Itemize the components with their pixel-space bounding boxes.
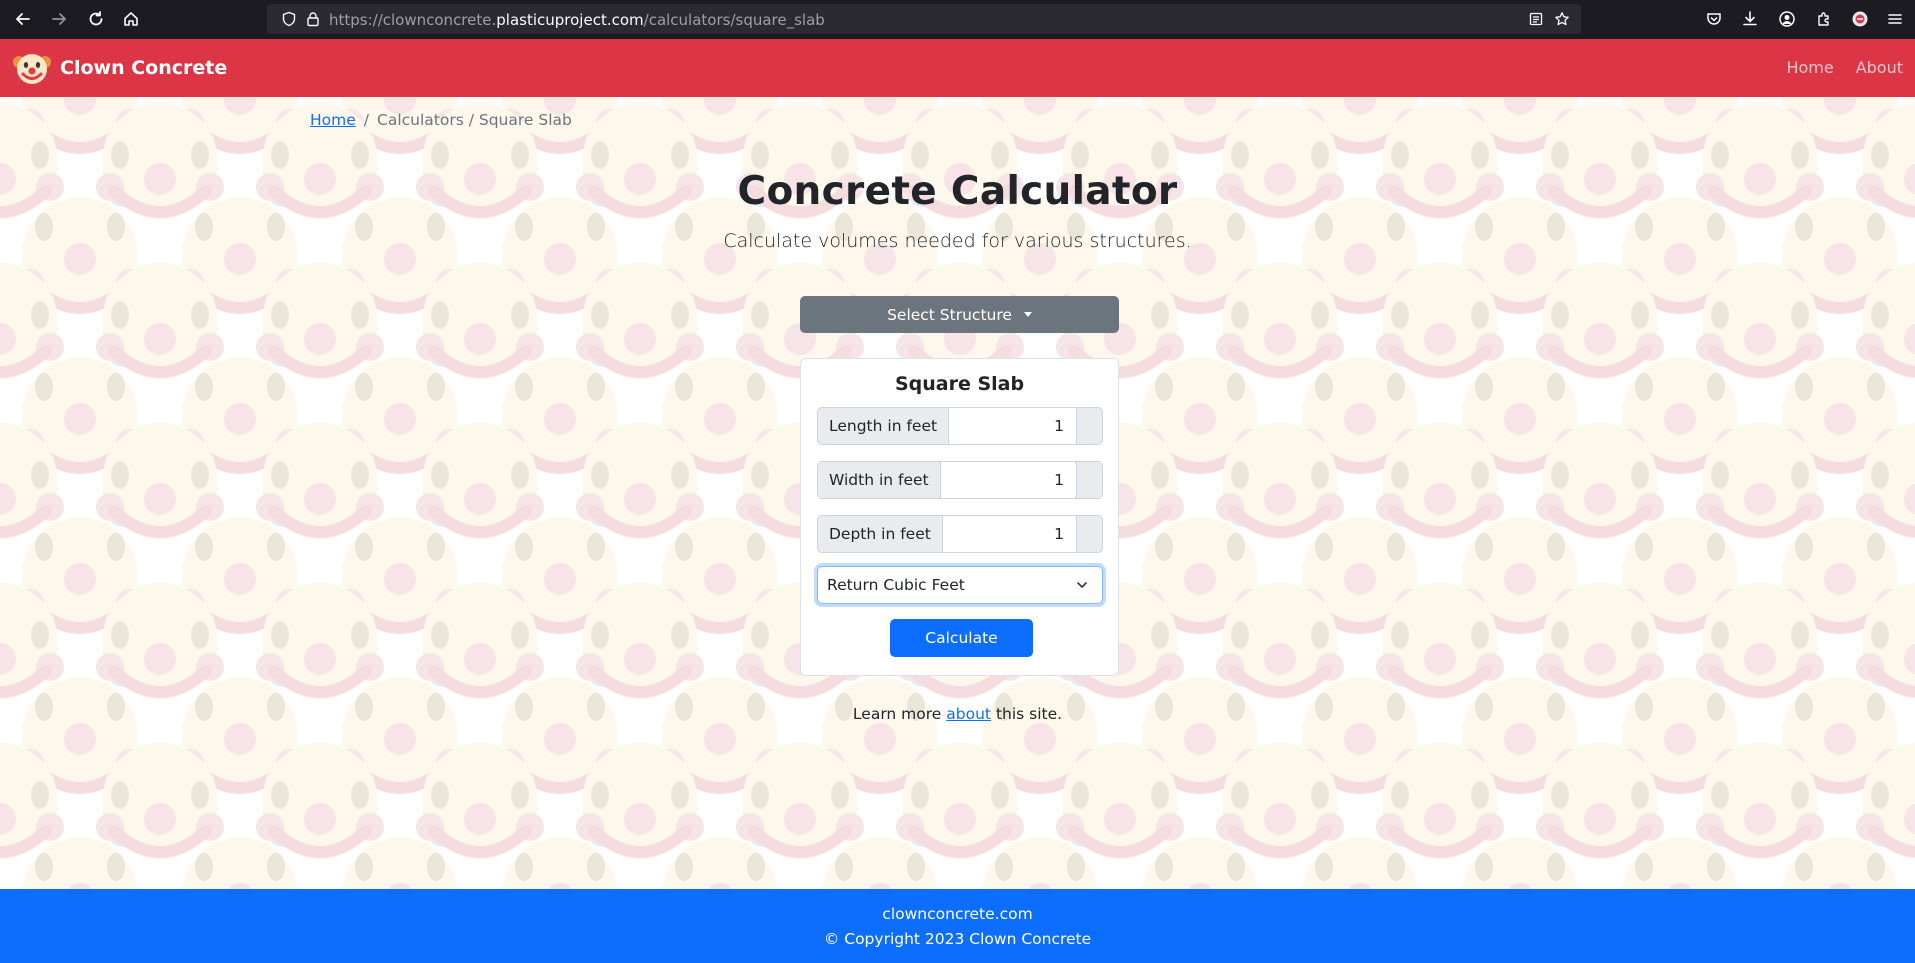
nav-link-home[interactable]: Home xyxy=(1786,58,1833,77)
select-structure-label: Select Structure xyxy=(887,305,1012,324)
forward-icon[interactable] xyxy=(48,8,70,30)
url-text[interactable]: https://clownconcrete.plasticuproject.co… xyxy=(329,11,825,29)
reload-icon[interactable] xyxy=(85,8,107,30)
site-navbar: Clown Concrete Home About xyxy=(0,39,1915,97)
breadcrumb: Home / Calculators / Square Slab xyxy=(310,111,572,129)
learn-more-text: Learn more about this site. xyxy=(0,705,1915,723)
page-title: Concrete Calculator xyxy=(737,169,1178,214)
unit-select[interactable]: Return Cubic Feet xyxy=(817,566,1103,604)
chevron-down-icon xyxy=(1077,582,1087,588)
depth-label: Depth in feet xyxy=(817,515,942,553)
width-input[interactable]: 1 xyxy=(939,461,1077,499)
breadcrumb-trail: Calculators / Square Slab xyxy=(377,111,572,129)
width-label: Width in feet xyxy=(817,461,940,499)
breadcrumb-home-link[interactable]: Home xyxy=(310,111,356,129)
page-subtitle: Calculate volumes needed for various str… xyxy=(723,230,1192,252)
menu-icon[interactable] xyxy=(1886,10,1904,28)
depth-input[interactable]: 1 xyxy=(941,515,1077,553)
footer-site: clownconcrete.com xyxy=(882,905,1033,923)
browser-toolbar: https://clownconcrete.plasticuproject.co… xyxy=(0,0,1915,39)
shield-icon[interactable] xyxy=(281,11,297,27)
reader-view-icon[interactable] xyxy=(1528,11,1544,27)
length-input[interactable]: 1 xyxy=(948,407,1077,445)
nav-links: Home About xyxy=(1786,58,1903,77)
calculator-title: Square Slab xyxy=(894,373,1025,395)
clown-logo-icon xyxy=(13,54,51,84)
pocket-icon[interactable] xyxy=(1705,10,1723,28)
profile-icon[interactable] xyxy=(1851,10,1869,28)
brand-link[interactable]: Clown Concrete xyxy=(12,48,227,88)
url-bar[interactable]: https://clownconcrete.plasticuproject.co… xyxy=(267,4,1581,34)
lock-icon[interactable] xyxy=(305,11,321,27)
breadcrumb-separator: / xyxy=(363,111,370,129)
back-icon[interactable] xyxy=(12,8,34,30)
calculator-card: Square Slab Length in feet 1 Width in fe… xyxy=(800,358,1119,676)
depth-input-group: Depth in feet 1 xyxy=(817,515,1103,553)
download-icon[interactable] xyxy=(1741,10,1759,28)
nav-link-about[interactable]: About xyxy=(1856,58,1903,77)
learn-more-before: Learn more xyxy=(852,705,942,723)
brand-name[interactable]: Clown Concrete xyxy=(60,57,227,79)
calculate-button[interactable]: Calculate xyxy=(890,619,1033,657)
length-input-group: Length in feet 1 xyxy=(817,407,1103,445)
length-suffix xyxy=(1077,407,1103,445)
select-structure-dropdown[interactable]: Select Structure xyxy=(800,296,1119,333)
account-icon[interactable] xyxy=(1778,10,1796,28)
width-input-group: Width in feet 1 xyxy=(817,461,1103,499)
main-content: Home / Calculators / Square Slab Concret… xyxy=(0,97,1915,889)
extensions-icon[interactable] xyxy=(1815,10,1833,28)
learn-more-after: this site. xyxy=(995,705,1063,723)
length-label: Length in feet xyxy=(817,407,949,445)
caret-down-icon xyxy=(1023,312,1032,317)
home-icon[interactable] xyxy=(120,8,142,30)
footer-copyright: © Copyright 2023 Clown Concrete xyxy=(823,930,1092,948)
site-footer: clownconcrete.com © Copyright 2023 Clown… xyxy=(0,889,1915,963)
bookmark-star-icon[interactable] xyxy=(1554,11,1570,27)
width-suffix xyxy=(1077,461,1103,499)
depth-suffix xyxy=(1077,515,1103,553)
unit-select-value: Return Cubic Feet xyxy=(827,576,965,594)
about-link[interactable]: about xyxy=(946,705,991,723)
